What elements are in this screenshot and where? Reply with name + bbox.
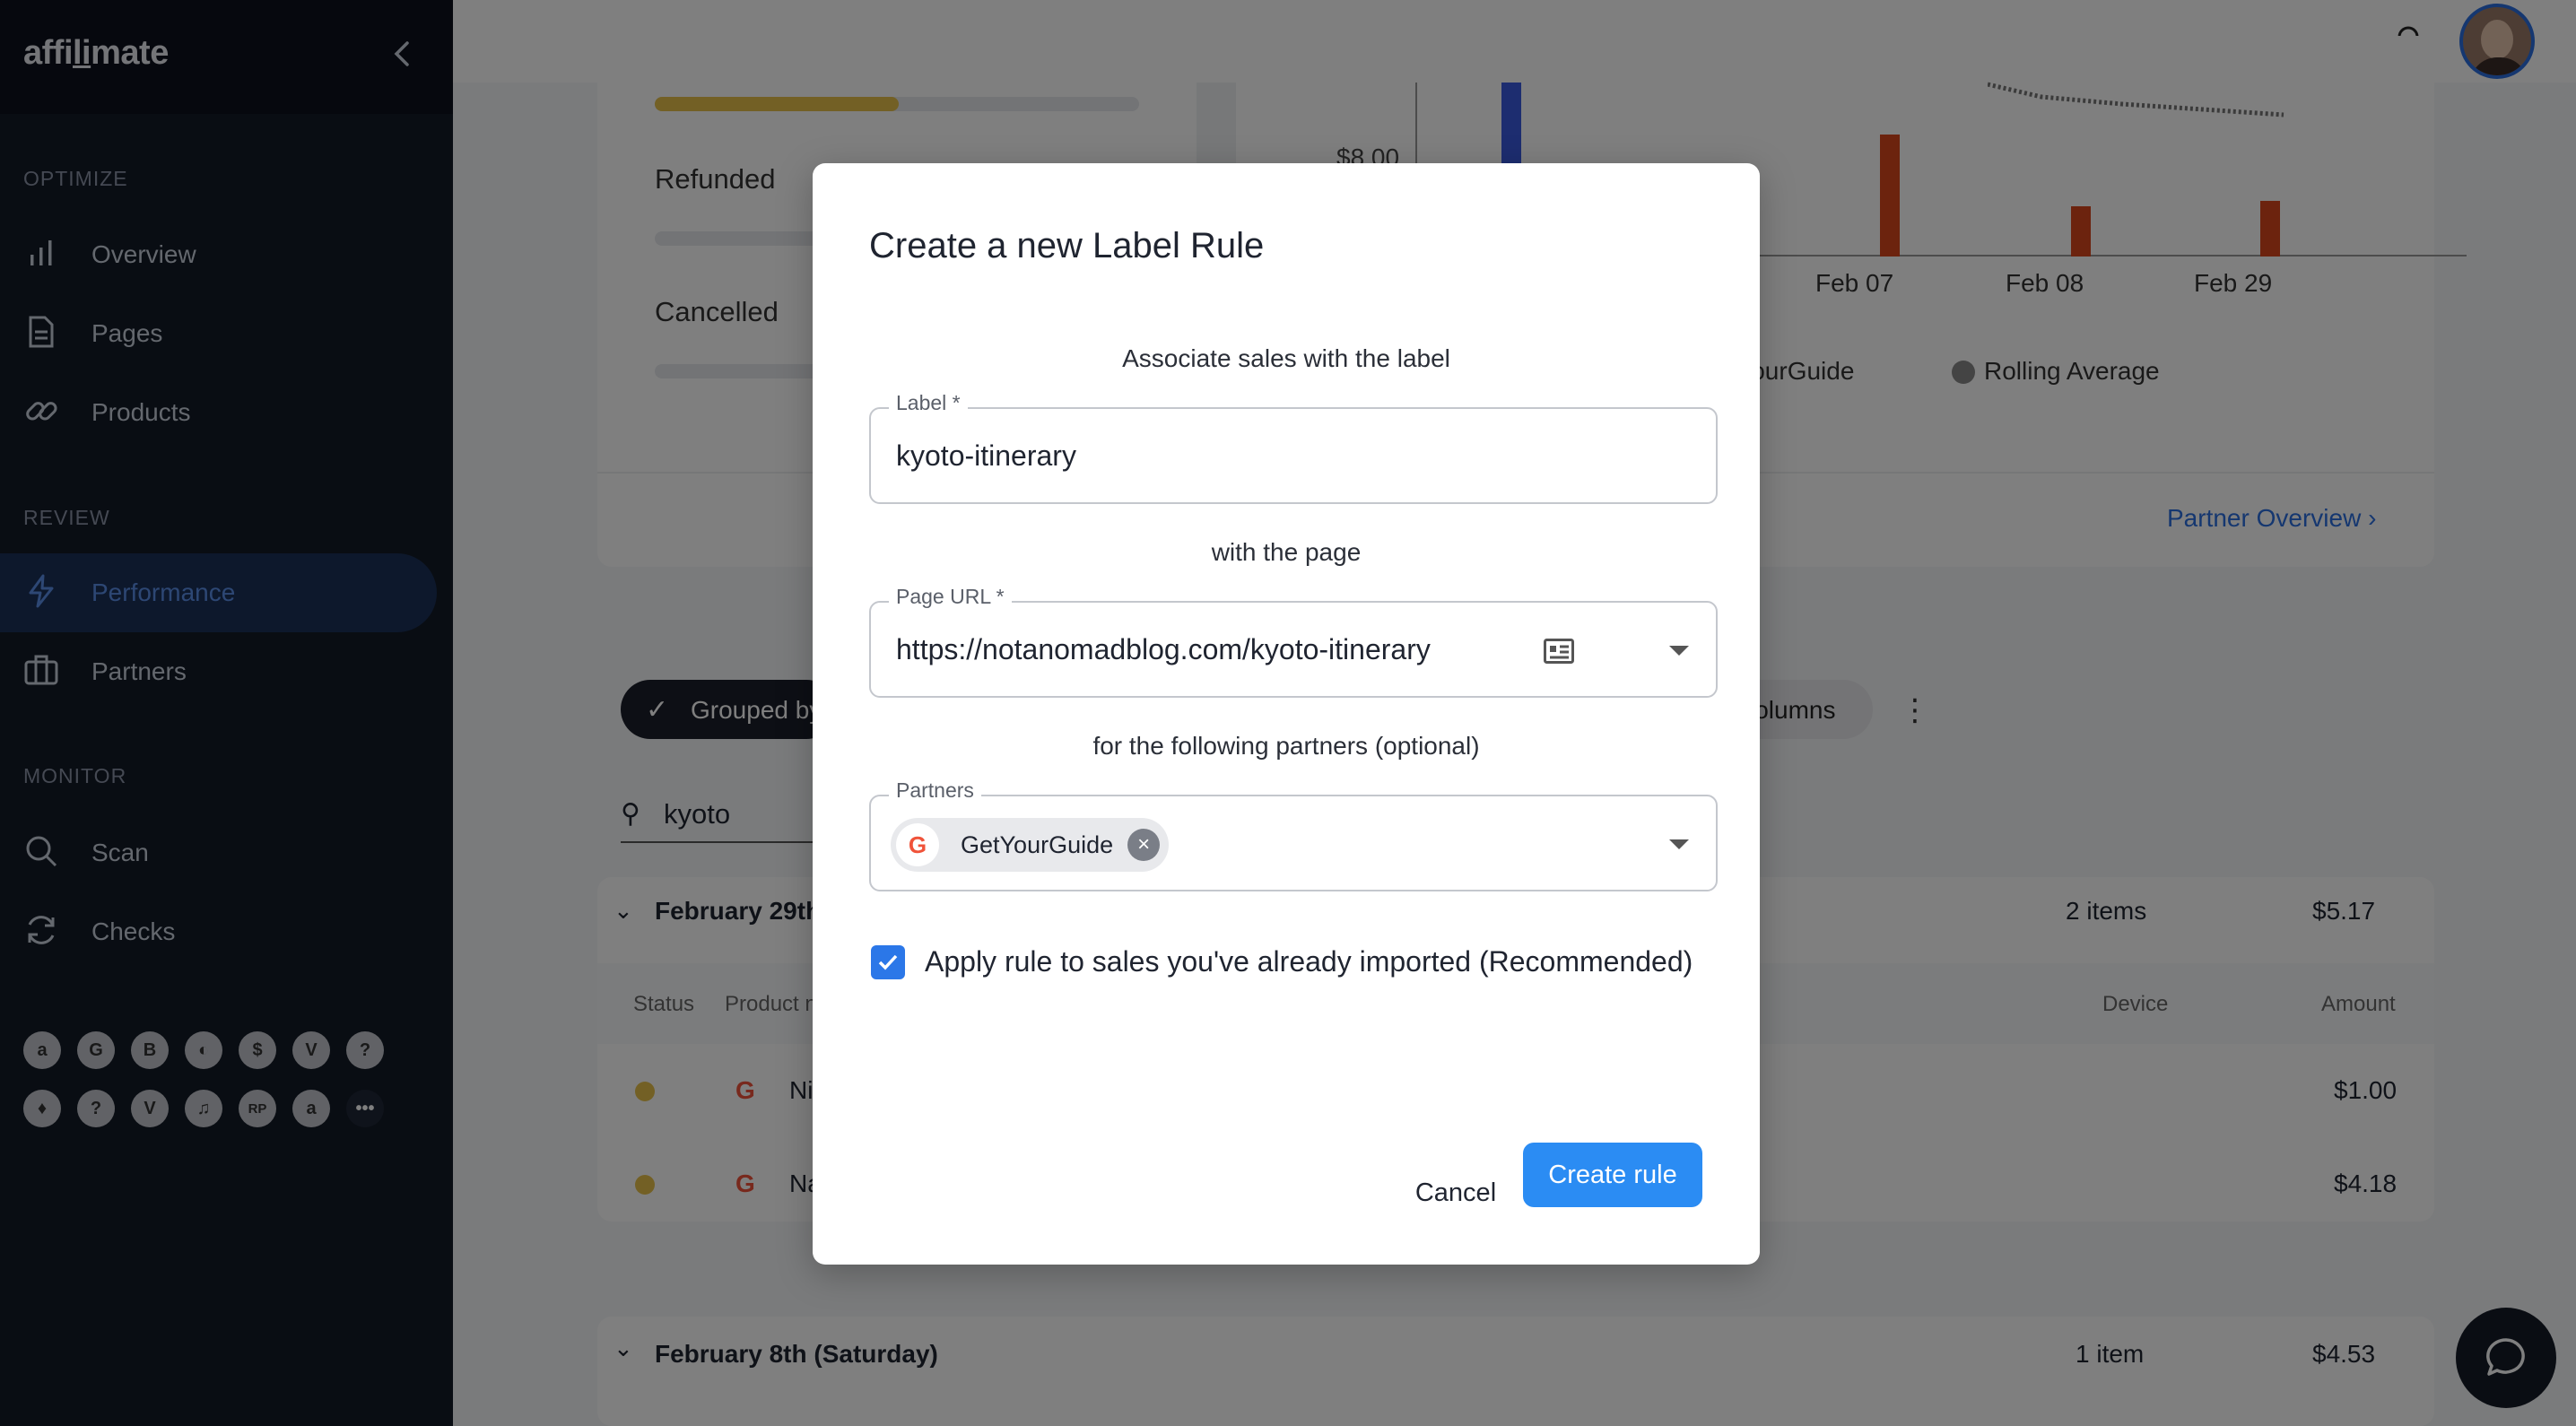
create-rule-button[interactable]: Create rule — [1523, 1143, 1702, 1207]
page-text: with the page — [1211, 538, 1362, 566]
label-field-value: kyoto-itinerary — [896, 439, 1076, 472]
dropdown-arrow-icon[interactable] — [1669, 839, 1689, 849]
create-label-rule-dialog: Create a new Label Rule Associate sales … — [813, 163, 1760, 1265]
apply-existing-label[interactable]: Apply rule to sales you've already impor… — [925, 945, 1693, 978]
apply-existing-checkbox[interactable] — [871, 945, 905, 979]
dialog-title: Create a new Label Rule — [869, 226, 1265, 265]
partners-text: for the following partners (optional) — [1092, 732, 1480, 760]
label-field[interactable]: Label * kyoto-itinerary — [869, 391, 1718, 504]
page-url-field-value: https://notanomadblog.com/kyoto-itinerar… — [896, 633, 1431, 665]
partner-chip[interactable]: G GetYourGuide × — [891, 818, 1170, 872]
partners-field-label: Partners — [889, 778, 981, 803]
page-details-icon[interactable] — [1544, 639, 1574, 668]
page-url-field[interactable]: Page URL * https://notanomadblog.com/kyo… — [869, 585, 1718, 698]
page-url-field-label: Page URL * — [889, 585, 1012, 609]
getyourguide-icon: G — [896, 823, 939, 866]
cancel-button[interactable]: Cancel — [1396, 1161, 1516, 1225]
associate-text: Associate sales with the label — [1122, 344, 1450, 372]
checkmark-icon — [878, 954, 898, 970]
partner-chip-label: GetYourGuide — [961, 830, 1114, 858]
remove-chip-icon[interactable]: × — [1127, 829, 1161, 861]
partners-field[interactable]: Partners G GetYourGuide × — [869, 778, 1718, 891]
dropdown-arrow-icon[interactable] — [1669, 646, 1689, 656]
label-field-label: Label * — [889, 391, 968, 415]
